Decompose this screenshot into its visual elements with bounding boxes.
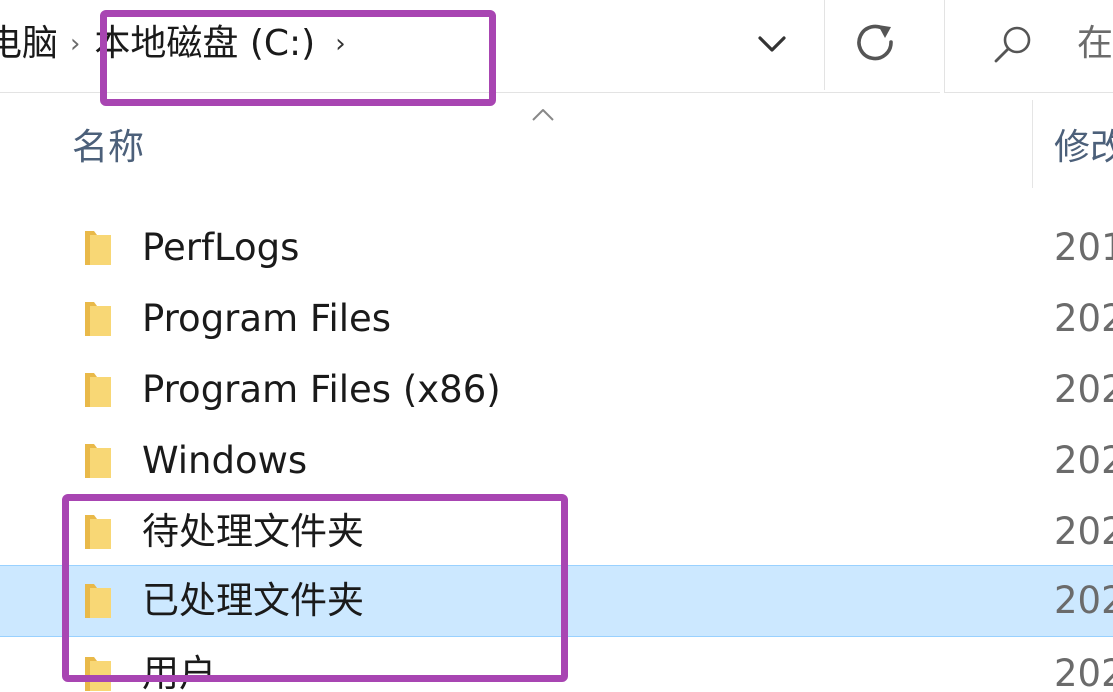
file-modified-date: 202 xyxy=(1054,297,1113,340)
file-name: 待处理文件夹 xyxy=(142,510,364,553)
file-list: PerfLogs 201 Program Files 202 Program F… xyxy=(0,212,1113,692)
address-bar[interactable]: 电脑 › 本地磁盘 (C:) › xyxy=(0,0,940,93)
file-name: PerfLogs xyxy=(142,226,300,269)
file-row-windows[interactable]: Windows 202 xyxy=(0,425,1113,497)
file-modified-date: 201 xyxy=(1054,226,1113,269)
file-name: Program Files (x86) xyxy=(142,368,501,411)
sort-ascending-icon xyxy=(532,109,554,121)
column-modified-header[interactable]: 修改 xyxy=(1054,96,1113,200)
file-name: 已处理文件夹 xyxy=(142,579,364,622)
folder-icon xyxy=(85,302,111,336)
search-placeholder[interactable]: 在 xyxy=(1077,0,1113,88)
chevron-right-icon[interactable]: › xyxy=(335,0,345,88)
file-modified-date: 202 xyxy=(1054,510,1113,553)
file-modified-date: 202 xyxy=(1054,439,1113,482)
chevron-right-icon[interactable]: › xyxy=(70,0,80,88)
search-box[interactable]: 在 xyxy=(944,0,1113,93)
file-row-program-files-x86[interactable]: Program Files (x86) 202 xyxy=(0,354,1113,426)
file-modified-date: 202 xyxy=(1054,368,1113,411)
file-name: Windows xyxy=(142,439,308,482)
folder-icon xyxy=(85,231,111,265)
breadcrumb-item-this-pc[interactable]: 电脑 xyxy=(0,0,58,88)
refresh-button[interactable] xyxy=(838,6,914,82)
file-modified-date: 202 xyxy=(1054,652,1113,692)
file-row-users[interactable]: 用户 202 xyxy=(0,638,1113,692)
file-row-program-files[interactable]: Program Files 202 xyxy=(0,283,1113,355)
folder-icon xyxy=(85,373,111,407)
chevron-down-icon xyxy=(758,36,786,52)
file-row-processed-folder[interactable]: 已处理文件夹 202 xyxy=(0,565,1113,637)
file-row-perflogs[interactable]: PerfLogs 201 xyxy=(0,212,1113,284)
column-divider[interactable] xyxy=(1032,100,1033,188)
folder-icon xyxy=(85,657,111,691)
file-row-pending-folder[interactable]: 待处理文件夹 202 xyxy=(0,496,1113,568)
refresh-icon xyxy=(857,24,893,61)
address-history-dropdown-button[interactable] xyxy=(740,6,804,82)
folder-icon xyxy=(85,584,111,618)
folder-icon xyxy=(85,515,111,549)
folder-icon xyxy=(85,444,111,478)
search-icon xyxy=(994,26,1031,63)
breadcrumb-item-local-disk[interactable]: 本地磁盘 (C:) xyxy=(94,0,315,88)
file-name: Program Files xyxy=(142,297,392,340)
column-header xyxy=(0,96,1113,188)
column-name-header[interactable]: 名称 xyxy=(72,96,144,200)
file-name: 用户 xyxy=(142,652,216,692)
address-divider xyxy=(824,0,825,90)
file-modified-date: 202 xyxy=(1054,579,1113,622)
breadcrumb: 电脑 › 本地磁盘 (C:) › xyxy=(0,0,346,88)
